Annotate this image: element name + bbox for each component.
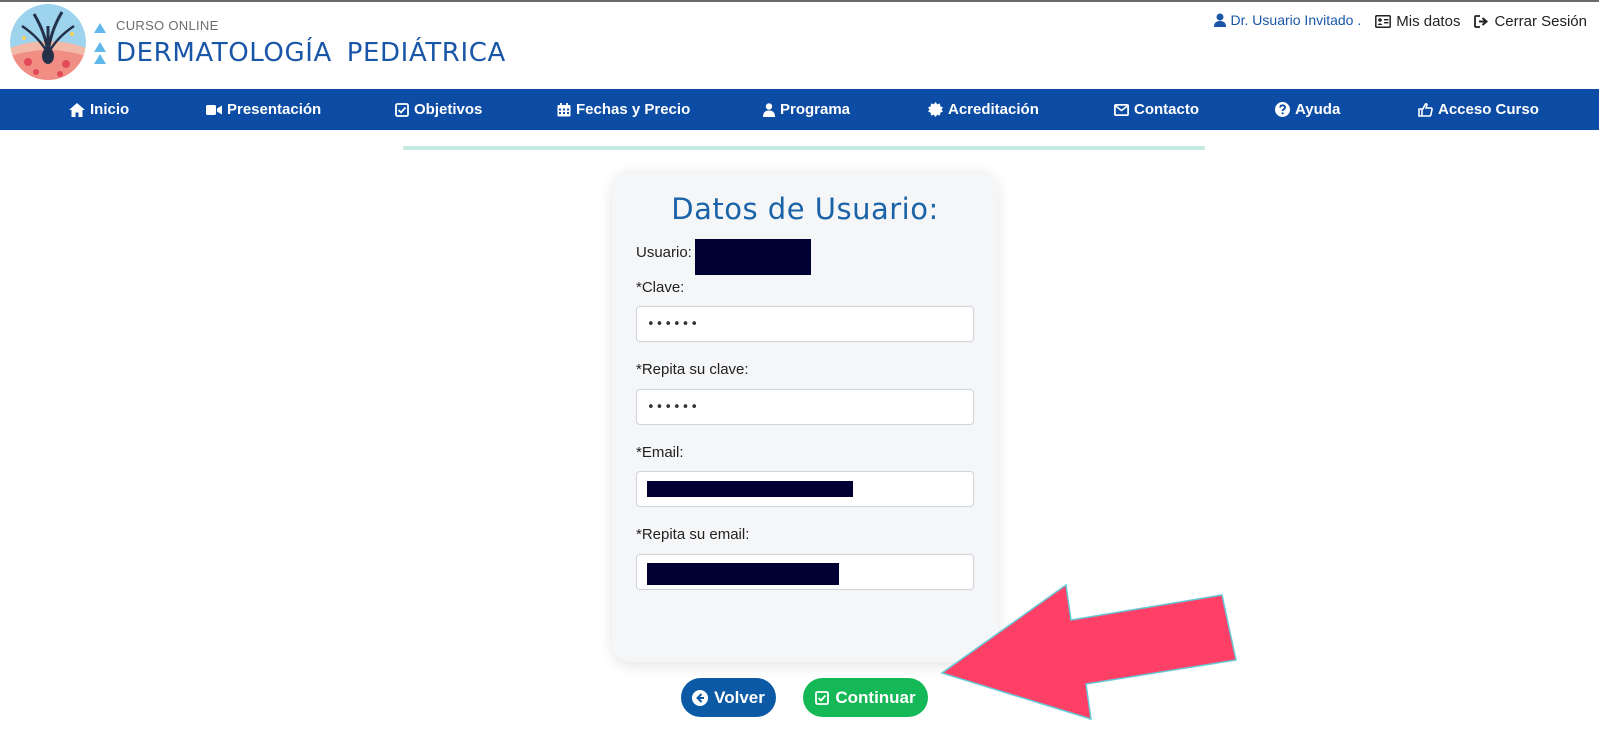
pointer-arrow-annotation xyxy=(940,583,1237,721)
